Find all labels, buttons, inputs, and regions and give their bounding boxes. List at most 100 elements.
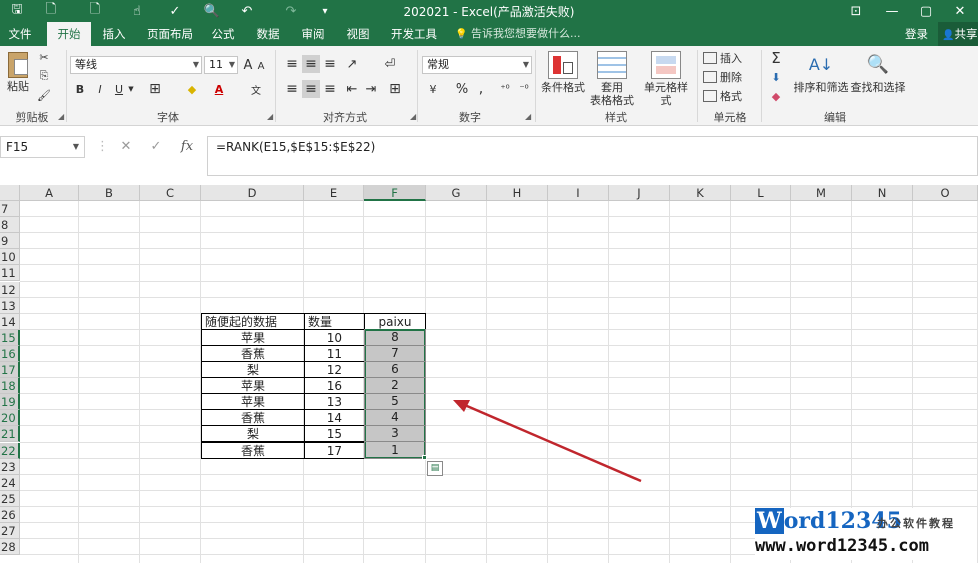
number-launcher-icon[interactable]: ◢ xyxy=(525,112,531,121)
delete-cells-label: 删除 xyxy=(720,71,742,84)
cells-group-label: 单元格 xyxy=(713,111,747,124)
align-middle-icon[interactable]: ≡ xyxy=(302,55,320,73)
decrease-indent-icon[interactable]: ⇤ xyxy=(343,80,361,98)
tab-formulas[interactable]: 公式 xyxy=(205,22,241,46)
alignment-group-label: 对齐方式 xyxy=(323,111,367,124)
merge-center-icon[interactable]: ⊞ xyxy=(386,80,404,98)
watermark-logo: Word12345 办公软件教程 www.word12345.com xyxy=(755,508,977,560)
paste-button[interactable]: 粘贴 xyxy=(4,52,32,93)
border-icon[interactable]: ⊞ xyxy=(146,80,164,98)
tab-insert[interactable]: 插入 xyxy=(96,22,132,46)
copy-icon[interactable]: ⎘ xyxy=(36,68,52,84)
sort-filter-icon: A↓ xyxy=(808,55,834,74)
orientation-icon[interactable]: ↗ xyxy=(343,55,361,73)
watermark-logo-w: W xyxy=(755,508,784,534)
autosum-icon[interactable]: Σ xyxy=(766,49,786,67)
shrink-font-icon[interactable]: A xyxy=(255,58,267,74)
currency-icon[interactable]: ¥ xyxy=(424,80,442,98)
alignment-launcher-icon[interactable]: ◢ xyxy=(410,112,416,121)
grow-font-icon[interactable]: A xyxy=(242,56,254,74)
share-button[interactable]: 👤共享 xyxy=(938,22,978,46)
font-launcher-icon[interactable]: ◢ xyxy=(267,112,273,121)
group-separator xyxy=(66,50,67,122)
font-name-value: 等线 xyxy=(75,58,97,71)
chevron-down-icon[interactable]: ▼ xyxy=(127,80,135,98)
login-button[interactable]: 登录 xyxy=(905,22,928,46)
table-format-icon xyxy=(597,51,627,79)
align-left-icon[interactable]: ≡ xyxy=(283,80,301,98)
cell-styles-button[interactable]: 单元格样式 xyxy=(640,51,692,107)
increase-decimal-icon[interactable]: ⁺⁰ xyxy=(497,80,513,98)
minimize-icon[interactable]: — xyxy=(874,0,910,22)
find-select-button[interactable]: 🔍 查找和选择 xyxy=(850,51,906,94)
align-center-icon[interactable]: ≡ xyxy=(302,80,320,98)
find-select-icon: 🔍 xyxy=(866,54,890,75)
format-cells-button[interactable]: 格式 xyxy=(703,88,759,104)
percent-button[interactable]: % xyxy=(454,80,470,98)
italic-button[interactable]: I xyxy=(92,80,108,98)
cancel-icon[interactable]: ✕ xyxy=(116,137,136,157)
format-cells-label: 格式 xyxy=(720,90,742,103)
number-format-combo[interactable]: 常规 ▼ xyxy=(422,56,532,74)
fill-color-icon[interactable]: ◆ xyxy=(184,80,200,98)
chevron-down-icon: ▼ xyxy=(72,142,79,151)
tab-file[interactable]: 文件 xyxy=(0,22,40,46)
tab-developer[interactable]: 开发工具 xyxy=(386,22,442,46)
insert-cells-button[interactable]: 插入 xyxy=(703,50,759,66)
group-separator xyxy=(417,50,418,122)
confirm-icon[interactable]: ✓ xyxy=(146,137,166,157)
cell-styles-icon xyxy=(651,51,681,79)
group-separator xyxy=(697,50,698,122)
decrease-decimal-icon[interactable]: ⁻⁰ xyxy=(516,80,532,98)
chevron-down-icon: ▼ xyxy=(522,60,529,69)
name-box[interactable]: F15 ▼ xyxy=(0,136,85,158)
phonetic-icon[interactable]: 文 xyxy=(248,80,264,98)
delete-cells-button[interactable]: 删除 xyxy=(703,69,759,85)
ribbon-tabs: 文件 开始 插入 页面布局 公式 数据 审阅 视图 开发工具 💡 告诉我您想要做… xyxy=(0,22,978,46)
maximize-icon[interactable]: ▢ xyxy=(908,0,944,22)
font-name-combo[interactable]: 等线 ▼ xyxy=(70,56,202,74)
underline-button[interactable]: U xyxy=(111,80,127,98)
font-color-icon[interactable]: A xyxy=(212,80,226,98)
ribbon-display-icon[interactable]: ⊡ xyxy=(838,0,874,22)
font-size-combo[interactable]: 11 ▼ xyxy=(204,56,238,74)
editing-group-label: 编辑 xyxy=(824,111,846,124)
clipboard-icon xyxy=(8,52,28,78)
wrap-text-icon[interactable]: ⏎ xyxy=(381,55,399,73)
formula-bar: F15 ▼ ⋮ ✕ ✓ fx =RANK(E15,$E$15:$E$22) xyxy=(0,133,978,176)
increase-indent-icon[interactable]: ⇥ xyxy=(362,80,380,98)
bold-button[interactable]: B xyxy=(72,80,88,98)
window-title: 202021 - Excel(产品激活失败) xyxy=(403,5,575,19)
format-as-table-label-1: 套用 xyxy=(601,81,623,94)
worksheet-grid[interactable]: ABCDEFGHIJKLMNO 7 8 9 10 11 12 13 14 15 16 17 18 19 2… xyxy=(0,185,978,563)
fill-down-icon[interactable]: ⬇ xyxy=(766,69,786,85)
formula-input[interactable]: =RANK(E15,$E$15:$E$22) xyxy=(207,136,978,176)
conditional-format-button[interactable]: 条件格式 xyxy=(539,51,587,94)
format-painter-icon[interactable]: 🖌 xyxy=(36,87,52,103)
tab-page-layout[interactable]: 页面布局 xyxy=(140,22,200,46)
cut-icon[interactable]: ✂ xyxy=(36,49,52,65)
arrow-shaft xyxy=(459,401,642,483)
clipboard-launcher-icon[interactable]: ◢ xyxy=(58,112,64,121)
user-icon: 👤 xyxy=(942,30,955,41)
close-icon[interactable]: ✕ xyxy=(942,0,978,22)
tell-me-text: 告诉我您想要做什么... xyxy=(470,27,581,40)
align-top-icon[interactable]: ≡ xyxy=(283,55,301,73)
align-right-icon[interactable]: ≡ xyxy=(321,80,339,98)
tab-view[interactable]: 视图 xyxy=(340,22,376,46)
format-as-table-button[interactable]: 套用 表格格式 xyxy=(586,51,638,107)
formula-bar-grip: ⋮ xyxy=(96,139,109,154)
clear-icon[interactable]: ◆ xyxy=(766,88,786,104)
tab-home[interactable]: 开始 xyxy=(47,22,91,46)
group-separator xyxy=(761,50,762,122)
align-bottom-icon[interactable]: ≡ xyxy=(321,55,339,73)
tab-review[interactable]: 审阅 xyxy=(295,22,331,46)
paste-label: 粘贴 xyxy=(7,80,29,93)
sort-filter-label: 排序和筛选 xyxy=(793,81,849,94)
insert-function-icon[interactable]: fx xyxy=(176,137,198,157)
tell-me-search[interactable]: 💡 告诉我您想要做什么... xyxy=(455,22,580,46)
ribbon: 粘贴 ✂ ⎘ 🖌 剪贴板 ◢ 等线 ▼ 11 ▼ A A B I U ▼ ⊞ ◆ A… xyxy=(0,46,978,126)
tab-data[interactable]: 数据 xyxy=(250,22,286,46)
comma-style-icon[interactable]: , xyxy=(474,80,488,98)
sort-filter-button[interactable]: A↓ 排序和筛选 xyxy=(793,51,849,94)
